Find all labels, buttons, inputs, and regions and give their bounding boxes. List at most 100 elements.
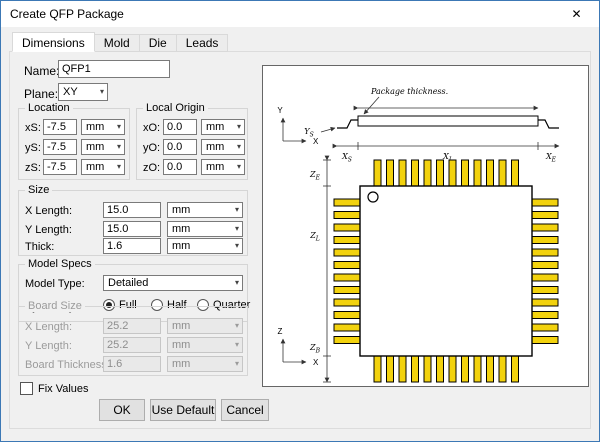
- top-leads: [374, 160, 519, 186]
- xs-unit-value: mm: [86, 121, 104, 133]
- board-thickness-label: Board Thickness:: [25, 359, 110, 371]
- checkbox-icon: [20, 382, 33, 395]
- size-y-length-input[interactable]: [103, 221, 161, 237]
- package-body-side: [358, 116, 538, 126]
- dropdown-icon: ▾: [235, 206, 239, 214]
- board-x-length-unit-value: mm: [172, 320, 190, 332]
- yo-unit-select[interactable]: mm ▾: [201, 139, 245, 155]
- dropdown-icon: ▾: [237, 143, 241, 151]
- dim-zl-label: ZL: [309, 231, 320, 243]
- xo-unit-value: mm: [206, 121, 224, 133]
- zs-label: zS:: [25, 162, 41, 174]
- size-thick-input[interactable]: [103, 238, 161, 254]
- name-label: Name:: [24, 64, 59, 78]
- package-side-view: Package thickness. YS XS XL XE: [304, 87, 559, 164]
- tab-leads[interactable]: Leads: [177, 34, 229, 52]
- board-size-group: Board Size X Length: mm ▾ Y Length: mm ▾…: [18, 306, 248, 376]
- create-qfp-package-dialog: Create QFP Package ✕ Dimensions Mold Die…: [0, 0, 600, 442]
- titlebar: Create QFP Package ✕: [1, 1, 599, 27]
- dropdown-icon: ▾: [235, 225, 239, 233]
- tab-die[interactable]: Die: [140, 34, 177, 52]
- plane-value: XY: [63, 86, 78, 98]
- ys-label: yS:: [25, 142, 41, 154]
- xs-label: xS:: [25, 122, 41, 134]
- dropdown-icon: ▾: [117, 123, 121, 131]
- ys-unit-select[interactable]: mm ▾: [81, 139, 125, 155]
- dim-xe-label: XE: [545, 152, 557, 164]
- use-default-button[interactable]: Use Default: [150, 399, 216, 421]
- xo-input[interactable]: [163, 119, 197, 135]
- dropdown-icon: ▾: [117, 163, 121, 171]
- size-group-title: Size: [25, 184, 52, 196]
- board-y-length-unit-select: mm ▾: [167, 337, 243, 353]
- board-thickness-unit-value: mm: [172, 358, 190, 370]
- axis-z-label: Z: [278, 327, 283, 336]
- size-thick-unit-select[interactable]: mm ▾: [167, 238, 243, 254]
- dropdown-icon: ▾: [235, 279, 239, 287]
- close-button[interactable]: ✕: [554, 1, 599, 27]
- axis-y-label: Y: [277, 106, 283, 115]
- plane-select[interactable]: XY ▾: [58, 83, 108, 101]
- size-y-length-label: Y Length:: [25, 224, 72, 236]
- dropdown-icon: ▾: [100, 88, 104, 96]
- xs-input[interactable]: [43, 119, 77, 135]
- vertical-dimensions: ZE ZL ZB: [309, 160, 331, 382]
- name-input[interactable]: [58, 60, 170, 78]
- board-y-length-unit-value: mm: [172, 339, 190, 351]
- size-thick-label: Thick:: [25, 241, 54, 253]
- dropdown-icon: ▾: [237, 163, 241, 171]
- board-x-length-label: X Length:: [25, 321, 72, 333]
- size-y-length-unit-value: mm: [172, 223, 190, 235]
- zo-input[interactable]: [163, 159, 197, 175]
- qfp-diagram-panel: Y X Package thickness. YS XS: [262, 65, 589, 387]
- zo-unit-select[interactable]: mm ▾: [201, 159, 245, 175]
- tab-strip: Dimensions Mold Die Leads: [12, 32, 228, 52]
- size-x-length-unit-value: mm: [172, 204, 190, 216]
- tab-mold[interactable]: Mold: [95, 34, 140, 52]
- zs-unit-select[interactable]: mm ▾: [81, 159, 125, 175]
- dropdown-icon: ▾: [235, 360, 239, 368]
- size-y-length-unit-select[interactable]: mm ▾: [167, 221, 243, 237]
- local-origin-group: Local Origin xO: mm ▾ yO: mm ▾ zO: mm ▾: [136, 108, 248, 180]
- axis-indicator-top: Y X: [277, 106, 319, 146]
- ok-button[interactable]: OK: [99, 399, 145, 421]
- dim-zb-label: ZB: [309, 343, 321, 355]
- axis-x-label-bottom: X: [313, 358, 319, 367]
- size-x-length-input[interactable]: [103, 202, 161, 218]
- dropdown-icon: ▾: [117, 143, 121, 151]
- gullwing-lead-right: [538, 120, 559, 128]
- ys-input[interactable]: [43, 139, 77, 155]
- plane-label: Plane:: [24, 87, 58, 101]
- gullwing-lead-left: [337, 120, 358, 128]
- close-icon: ✕: [571, 7, 581, 21]
- model-type-label: Model Type:: [25, 278, 85, 290]
- yo-unit-value: mm: [206, 141, 224, 153]
- fix-values-label: Fix Values: [38, 383, 89, 395]
- zo-unit-value: mm: [206, 161, 224, 173]
- location-group: Location xS: mm ▾ yS: mm ▾ zS: mm ▾: [18, 108, 130, 180]
- right-leads: [532, 199, 558, 344]
- size-x-length-unit-select[interactable]: mm ▾: [167, 202, 243, 218]
- dim-xs-label: XS: [341, 152, 352, 164]
- model-type-value: Detailed: [108, 277, 148, 289]
- package-body-top: [360, 186, 532, 356]
- model-specs-group-title: Model Specs: [25, 258, 95, 270]
- fix-values-checkbox[interactable]: Fix Values: [20, 382, 89, 395]
- xo-unit-select[interactable]: mm ▾: [201, 119, 245, 135]
- size-x-length-label: X Length:: [25, 205, 72, 217]
- tab-page-dimensions: Name: Plane: XY ▾ Location xS: mm ▾ yS: …: [9, 51, 591, 429]
- cancel-button[interactable]: Cancel: [221, 399, 269, 421]
- package-thickness-label: Package thickness.: [370, 87, 448, 96]
- dropdown-icon: ▾: [235, 242, 239, 250]
- zs-input[interactable]: [43, 159, 77, 175]
- dropdown-icon: ▾: [235, 322, 239, 330]
- yo-label: yO:: [143, 142, 160, 154]
- model-type-select[interactable]: Detailed ▾: [103, 275, 243, 291]
- xs-unit-select[interactable]: mm ▾: [81, 119, 125, 135]
- tab-dimensions[interactable]: Dimensions: [12, 32, 95, 52]
- location-group-title: Location: [25, 102, 73, 114]
- left-leads: [334, 199, 360, 344]
- yo-input[interactable]: [163, 139, 197, 155]
- dropdown-icon: ▾: [237, 123, 241, 131]
- dropdown-icon: ▾: [235, 341, 239, 349]
